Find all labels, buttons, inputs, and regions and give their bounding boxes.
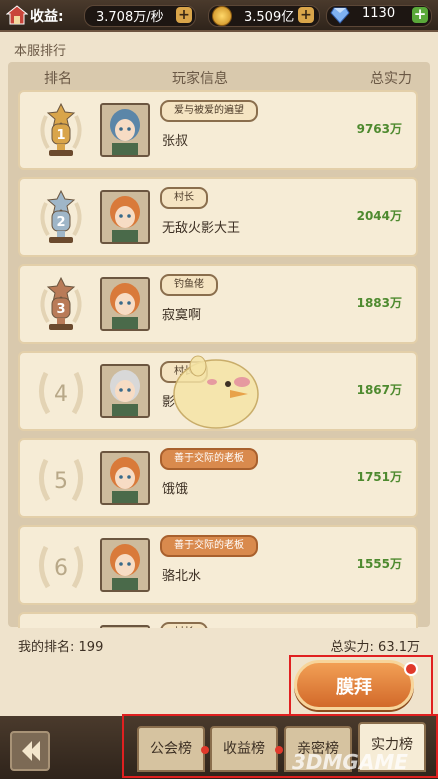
back-button[interactable]	[10, 731, 50, 771]
gold-value: 3.509亿	[244, 10, 295, 25]
income-plus-button[interactable]: +	[176, 7, 192, 23]
rank-number: 4	[54, 382, 68, 407]
avatar[interactable]	[100, 538, 150, 592]
avatar[interactable]	[100, 451, 150, 505]
my-power-label: 总实力:	[330, 640, 374, 655]
gold-coin-icon	[212, 6, 232, 26]
section-title: 本服排行	[14, 44, 67, 59]
income-value: 3.708万/秒	[96, 10, 164, 25]
column-header-power: 总实力	[370, 71, 412, 87]
player-power: 9763万	[356, 122, 402, 136]
ranking-row[interactable]: 7 村长	[18, 612, 418, 628]
notification-dot	[404, 662, 418, 676]
avatar[interactable]	[100, 364, 150, 418]
player-power: 1867万	[356, 383, 402, 397]
character-portrait-icon	[102, 453, 148, 503]
bronze-trophy-icon: 3	[40, 276, 82, 330]
ranking-row[interactable]: 1 爱与被爱的遍望 张叔 9763万	[18, 90, 418, 170]
rank-number: 5	[54, 469, 68, 494]
avatar[interactable]	[100, 190, 150, 244]
character-portrait-icon	[102, 192, 148, 242]
column-header-player: 玩家信息	[172, 71, 228, 87]
laurel-rank-icon: 6	[39, 545, 83, 589]
player-title-tag: 爱与被爱的遍望	[160, 100, 258, 122]
rank-number: 2	[56, 215, 65, 230]
character-portrait-icon	[102, 540, 148, 590]
ranking-row[interactable]: 6 善于交际的老板 骆北水 1555万	[18, 525, 418, 605]
watermark: 3DMGAME	[292, 750, 408, 774]
rank-number: 6	[54, 556, 68, 581]
player-title-tag: 村长	[160, 622, 208, 628]
chick-mascot-icon	[173, 355, 259, 429]
my-power-value: 63.1万	[378, 640, 420, 655]
player-title-tag: 善于交际的老板	[160, 535, 258, 557]
my-power: 总实力: 63.1万	[331, 636, 420, 655]
player-name: 寂寞啊	[162, 308, 202, 323]
gem-icon	[330, 7, 350, 24]
laurel-rank-icon: 5	[39, 458, 83, 502]
player-name: 无敌火影大王	[162, 221, 241, 236]
character-portrait-icon	[102, 279, 148, 329]
character-portrait-icon	[102, 366, 148, 416]
avatar[interactable]	[100, 103, 150, 157]
player-name: 饿饿	[162, 482, 189, 497]
gold-trophy-icon: 1	[40, 102, 82, 156]
income-label: 收益:	[30, 9, 64, 25]
gem-plus-button[interactable]: +	[412, 7, 428, 23]
ranking-row[interactable]: 2 村长 无敌火影大王 2044万	[18, 177, 418, 257]
player-title-tag: 善于交际的老板	[160, 448, 258, 470]
my-rank-label: 我的排名:	[18, 640, 75, 655]
character-portrait-icon	[102, 105, 148, 155]
silver-trophy-icon: 2	[40, 189, 82, 243]
rank-number: 1	[56, 128, 65, 143]
rank-number: 3	[56, 302, 65, 317]
ranking-row[interactable]: 3 钓鱼佬 寂寞啊 1883万	[18, 264, 418, 344]
player-power: 1751万	[356, 470, 402, 484]
player-title-tag: 钓鱼佬	[160, 274, 218, 296]
house-icon	[6, 5, 28, 25]
my-rank-value: 199	[78, 640, 104, 655]
player-power: 1883万	[356, 296, 402, 310]
laurel-rank-icon: 4	[39, 371, 83, 415]
player-title-tag: 村长	[160, 187, 208, 209]
player-name: 骆北水	[162, 569, 202, 584]
avatar[interactable]	[100, 277, 150, 331]
worship-button[interactable]: 膜拜	[294, 660, 414, 710]
ranking-row[interactable]: 5 善于交际的老板 饿饿 1751万	[18, 438, 418, 518]
laurel-rank-icon: 7	[34, 624, 88, 628]
player-power: 1555万	[356, 557, 402, 571]
player-name: 张叔	[162, 134, 189, 149]
gem-value: 1130	[362, 6, 396, 21]
top-resource-bar: 收益: 3.708万/秒 + 3.509亿 + 1130 +	[0, 0, 438, 32]
player-power: 2044万	[356, 209, 402, 223]
back-arrow-icon	[22, 741, 40, 761]
column-header-rank: 排名	[44, 71, 72, 87]
my-rank: 我的排名: 199	[18, 636, 103, 655]
gold-plus-button[interactable]: +	[298, 7, 314, 23]
avatar[interactable]	[100, 625, 150, 628]
character-portrait-icon	[102, 627, 148, 628]
